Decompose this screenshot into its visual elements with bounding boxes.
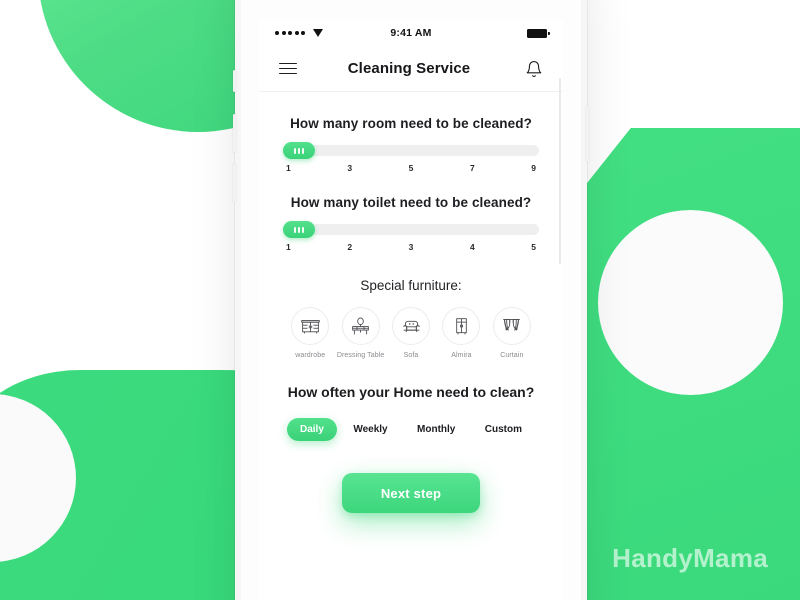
next-step-button[interactable]: Next step — [342, 473, 480, 514]
furniture-item-sofa[interactable]: Sofa — [386, 307, 436, 360]
rooms-tick: 1 — [286, 163, 291, 173]
bell-icon[interactable] — [525, 60, 543, 78]
wifi-icon — [313, 29, 323, 37]
rooms-slider-track[interactable] — [283, 142, 539, 159]
curtain-icon — [492, 307, 531, 345]
toilets-slider-ticks: 1 2 3 4 5 — [283, 242, 539, 252]
toilets-tick: 5 — [531, 242, 536, 252]
furniture-label: Dressing Table — [336, 352, 385, 359]
frequency-option-monthly[interactable]: Monthly — [404, 418, 468, 441]
phone-mockup: 9:41 AM Cleaning Service How many room n… — [233, 0, 589, 600]
brand-watermark: HandyMama — [612, 543, 768, 573]
app-screen: 9:41 AM Cleaning Service How many room n… — [259, 20, 563, 600]
toilets-slider-handle[interactable] — [283, 221, 315, 238]
background-white-circle-right — [598, 210, 783, 395]
furniture-item-curtain[interactable]: Curtain — [487, 307, 537, 360]
frequency-option-weekly[interactable]: Weekly — [340, 418, 400, 441]
furniture-list: wardrobe Dressing Table Sofa Almira Curt… — [281, 307, 541, 360]
signal-strength-icon — [275, 31, 305, 35]
status-bar: 9:41 AM — [259, 20, 563, 46]
status-bar-left — [275, 29, 390, 37]
rooms-tick: 9 — [531, 163, 536, 173]
furniture-label: Curtain — [500, 352, 524, 359]
furniture-title: Special furniture: — [360, 278, 462, 293]
frequency-question: How often your Home need to clean? — [287, 384, 535, 401]
wardrobe-icon — [291, 307, 330, 345]
scrollbar[interactable] — [559, 78, 561, 264]
furniture-label: Almira — [451, 352, 472, 359]
rooms-slider-ticks: 1 3 5 7 9 — [283, 163, 539, 173]
toilets-tick: 3 — [408, 242, 414, 252]
almira-icon — [442, 307, 481, 345]
rooms-tick: 3 — [347, 163, 353, 173]
rooms-question: How many room need to be cleaned? — [290, 116, 532, 131]
toilets-slider-track[interactable] — [283, 221, 539, 238]
rooms-slider-handle[interactable] — [283, 142, 315, 159]
app-bar: Cleaning Service — [259, 46, 563, 92]
rooms-tick: 7 — [469, 163, 475, 173]
sofa-icon — [392, 307, 431, 345]
screen-content: How many room need to be cleaned? 1 3 5 … — [259, 92, 563, 514]
frequency-option-custom[interactable]: Custom — [472, 418, 535, 441]
furniture-item-almira[interactable]: Almira — [436, 307, 486, 360]
phone-volume-up-button — [233, 114, 236, 152]
toilets-tick: 1 — [286, 242, 291, 252]
cta-container: Next step — [281, 473, 541, 514]
toilets-question: How many toilet need to be cleaned? — [290, 195, 532, 210]
phone-volume-down-button — [233, 164, 236, 202]
furniture-label: wardrobe — [295, 352, 326, 359]
phone-mute-switch — [233, 70, 236, 92]
frequency-options: Daily Weekly Monthly Custom — [281, 418, 541, 442]
rooms-slider[interactable]: 1 3 5 7 9 — [281, 142, 541, 173]
toilets-tick: 4 — [469, 242, 475, 252]
status-bar-right — [432, 28, 550, 38]
phone-power-button — [586, 106, 589, 162]
frequency-option-daily[interactable]: Daily — [287, 418, 337, 442]
battery-icon — [527, 28, 550, 38]
toilets-tick: 2 — [347, 242, 353, 252]
status-bar-time: 9:41 AM — [390, 27, 432, 39]
furniture-label: Sofa — [403, 352, 419, 359]
furniture-item-wardrobe[interactable]: wardrobe — [285, 307, 335, 360]
dressing-table-icon — [341, 307, 380, 345]
toilets-slider[interactable]: 1 2 3 4 5 — [281, 221, 541, 252]
furniture-item-dressing-table[interactable]: Dressing Table — [335, 307, 385, 360]
rooms-tick: 5 — [408, 163, 414, 173]
page-title: Cleaning Service — [347, 60, 471, 77]
phone-body: 9:41 AM Cleaning Service How many room n… — [241, 0, 581, 600]
